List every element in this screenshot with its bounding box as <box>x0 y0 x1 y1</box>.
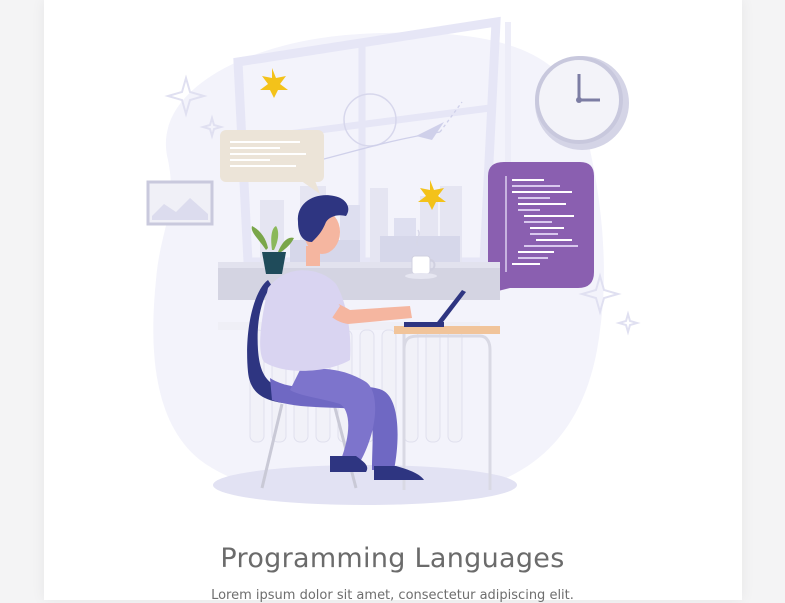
programming-illustration <box>146 16 641 505</box>
wall-picture <box>146 180 214 226</box>
card-title: Programming Languages <box>220 543 565 574</box>
sparkle-icon <box>615 310 641 336</box>
wall-clock <box>535 56 629 150</box>
card-description: Lorem ipsum dolor sit amet, consectetur … <box>211 588 574 603</box>
